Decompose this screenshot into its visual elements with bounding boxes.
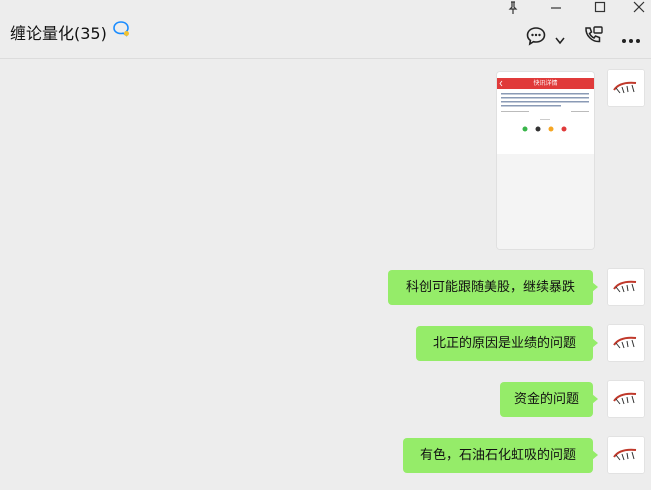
group-chat-icon[interactable] [112,20,130,38]
message-bubble[interactable]: 科创可能跟随美股，继续暴跌 [388,270,598,305]
shared-screenshot-image[interactable]: 快讯详情 [496,71,595,250]
avatar[interactable] [607,380,645,418]
avatar[interactable] [607,436,645,474]
message-bubble[interactable]: 有色，石油石化虹吸的问题 [403,438,598,473]
more-icon[interactable] [620,31,642,43]
close-icon[interactable] [632,0,651,14]
avatar[interactable] [607,324,645,362]
minimize-icon[interactable] [549,0,569,14]
avatar[interactable] [607,69,645,107]
avatar[interactable] [607,268,645,306]
chat-bubble-icon[interactable] [525,25,547,47]
phone-screen-icon[interactable] [582,25,604,47]
chevron-down-icon[interactable] [554,31,566,45]
pin-icon[interactable] [506,0,526,14]
message-bubble[interactable]: 北正的原因是业绩的问题 [416,326,598,361]
maximize-icon[interactable] [593,0,613,14]
chat-title: 缠论量化(35) [10,24,107,43]
title-bar: 缠论量化(35) [0,0,651,59]
screenshot-card-title: 快讯详情 [533,80,558,87]
message-bubble[interactable]: 资金的问题 [500,382,598,417]
message-list[interactable]: 快讯详情 科创可能跟随美股，继续暴跌 北正的原因是业绩的问题 资金的问题 有色，… [0,59,651,490]
